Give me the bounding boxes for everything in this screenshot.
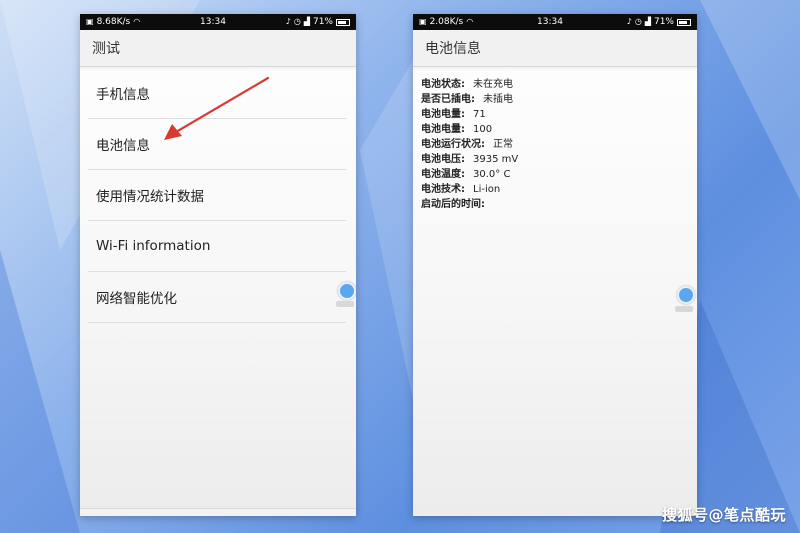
floating-ball-tag <box>675 306 693 312</box>
navigation-strip <box>80 508 356 516</box>
info-row: 电池温度: 30.0° C <box>421 169 511 180</box>
watermark-text: 搜狐号@笔点酷玩 <box>661 506 786 524</box>
silent-icon: ♪ <box>285 17 291 26</box>
signal-icon: ▟ <box>303 17 310 26</box>
info-row: 是否已插电: 未插电 <box>421 94 513 105</box>
page-title: 电池信息 <box>413 30 697 67</box>
menu-item-wifi-info[interactable]: Wi-Fi information <box>88 221 346 272</box>
page-title: 测试 <box>80 30 356 67</box>
silent-icon: ♪ <box>626 17 632 26</box>
info-row: 电池电量: 71 <box>421 109 486 120</box>
clock: 13:34 <box>537 17 563 27</box>
battery-icon <box>335 18 350 26</box>
info-row: 电池运行状况: 正常 <box>421 139 513 150</box>
menu-item-battery-info[interactable]: 电池信息 <box>88 119 346 170</box>
floating-assist-ball[interactable] <box>338 282 356 300</box>
wifi-icon: ◠ <box>466 17 474 26</box>
info-row: 电池技术: Li-ion <box>421 184 501 195</box>
battery-info-list: 电池状态: 未在充电 是否已插电: 未插电 电池电量: 71 电池电量: 100 电池运… <box>413 67 697 222</box>
notification-icon: ▣ <box>419 17 427 26</box>
network-speed: 8.68K/s <box>96 17 131 27</box>
network-speed: 2.08K/s <box>429 17 464 27</box>
floating-ball-tag <box>336 301 354 307</box>
alarm-icon: ◷ <box>634 17 642 26</box>
right-phone-screen: ▣ 2.08K/s ◠ 13:34 ♪ ◷ ▟ 71% 电池信息 电池状态: 未在… <box>413 14 697 516</box>
notification-icon: ▣ <box>86 17 94 26</box>
clock: 13:34 <box>200 17 226 27</box>
info-row: 电池电量: 100 <box>421 124 493 135</box>
left-phone-screen: ▣ 8.68K/s ◠ 13:34 ♪ ◷ ▟ 71% 测试 手机信息 电池信息… <box>80 14 356 516</box>
menu-item-network-optimize[interactable]: 网络智能优化 <box>88 272 346 323</box>
battery-percent: 71% <box>312 17 333 27</box>
battery-percent: 71% <box>653 17 674 27</box>
battery-icon <box>676 18 691 26</box>
floating-assist-ball[interactable] <box>677 286 695 304</box>
info-row: 电池状态: 未在充电 <box>421 79 513 90</box>
info-row: 电池电压: 3935 mV <box>421 154 519 165</box>
status-bar: ▣ 2.08K/s ◠ 13:34 ♪ ◷ ▟ 71% <box>413 14 697 30</box>
wifi-icon: ◠ <box>133 17 141 26</box>
info-row: 启动后的时间: <box>421 199 485 210</box>
signal-icon: ▟ <box>644 17 651 26</box>
menu-item-phone-info[interactable]: 手机信息 <box>88 68 346 119</box>
status-bar: ▣ 8.68K/s ◠ 13:34 ♪ ◷ ▟ 71% <box>80 14 356 30</box>
menu-item-usage-stats[interactable]: 使用情况统计数据 <box>88 170 346 221</box>
alarm-icon: ◷ <box>293 17 301 26</box>
